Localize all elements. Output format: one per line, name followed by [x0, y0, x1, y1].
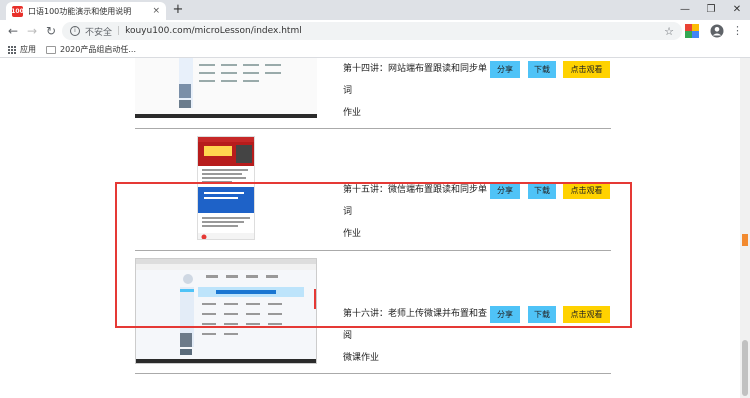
- security-label: 不安全: [85, 27, 113, 38]
- url-text[interactable]: kouyu100.com/microLesson/index.html: [125, 26, 302, 36]
- scrollbar[interactable]: [740, 58, 750, 398]
- window-close-button[interactable]: ✕: [724, 0, 750, 20]
- minimize-button[interactable]: —: [672, 0, 698, 20]
- tab-close-icon[interactable]: ×: [152, 6, 160, 16]
- profile-avatar-icon[interactable]: [710, 24, 724, 38]
- bookmark-star-icon[interactable]: ☆: [664, 25, 674, 38]
- extension-icon[interactable]: [685, 24, 699, 38]
- browser-toolbar: ← → ↻ i 不安全 | kouyu100.com/microLesson/i…: [0, 20, 750, 42]
- bookmark-apps[interactable]: 应用: [8, 44, 36, 55]
- reload-icon[interactable]: ↻: [43, 23, 59, 39]
- browser-tab[interactable]: 100 口语100功能演示和使用说明 ×: [6, 2, 166, 20]
- share-button[interactable]: 分享: [490, 61, 520, 78]
- info-icon[interactable]: i: [70, 26, 80, 36]
- scrollbar-thumb[interactable]: [742, 340, 748, 396]
- highlight-box: [115, 182, 632, 328]
- apps-grid-icon: [8, 45, 16, 54]
- back-arrow-icon[interactable]: ←: [5, 23, 21, 39]
- menu-dots-icon[interactable]: ⋮: [732, 22, 743, 40]
- download-button[interactable]: 下载: [528, 61, 556, 78]
- tab-title: 口语100功能演示和使用说明: [28, 6, 132, 16]
- tab-strip: 100 口语100功能演示和使用说明 × + — ❐ ✕: [0, 0, 750, 20]
- watch-button[interactable]: 点击观看: [563, 61, 610, 78]
- new-tab-button[interactable]: +: [170, 2, 186, 18]
- bookmark-label: 2020产品组启动任...: [60, 45, 136, 54]
- site-favicon-icon: 100: [11, 5, 24, 17]
- page-icon: [46, 45, 56, 54]
- scroll-marker: [742, 234, 748, 246]
- forward-arrow-icon[interactable]: →: [24, 23, 40, 39]
- restore-button[interactable]: ❐: [698, 0, 724, 20]
- address-bar[interactable]: i 不安全 | kouyu100.com/microLesson/index.h…: [62, 22, 682, 40]
- lesson-divider: [135, 128, 611, 129]
- bookmarks-bar: 应用 2020产品组启动任...: [0, 42, 750, 58]
- address-separator: |: [117, 26, 121, 36]
- bookmark-label: 应用: [20, 45, 36, 54]
- lesson-divider: [135, 373, 611, 374]
- bookmark-folder[interactable]: 2020产品组启动任...: [46, 44, 136, 55]
- lesson-title: 第十四讲：网站端布置跟读和同步单词 作业: [343, 64, 488, 118]
- lesson-thumbnail[interactable]: [135, 58, 317, 118]
